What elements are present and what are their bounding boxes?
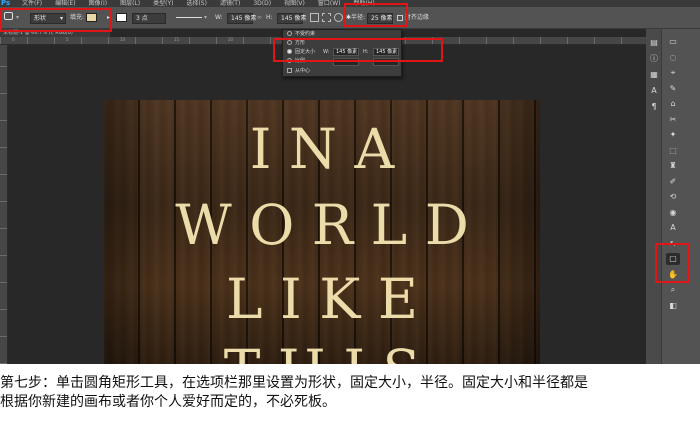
menu-item[interactable]: 帮助(H) (354, 0, 375, 7)
checkbox-icon[interactable] (287, 68, 292, 73)
path-alignment-icon[interactable] (322, 13, 331, 22)
proportional-width-field[interactable] (333, 58, 359, 66)
type-tool-icon[interactable]: A (666, 222, 680, 234)
tutorial-caption: 第七步：单击圆角矩形工具，在选项栏那里设置为形状，固定大小，半径。固定大小和半径… (0, 374, 700, 412)
stroke-color-swatch[interactable] (116, 13, 127, 22)
vertical-ruler (0, 45, 8, 364)
options-bar: ▾ 形状 ▾ 填充: ▸ 3 点 ▾ W: 145 像素 ∞ H: 145 像素 … (0, 7, 700, 29)
menu-item[interactable]: 窗口(W) (318, 0, 341, 7)
tool-preset-chevron-icon[interactable]: ▾ (16, 13, 19, 23)
square-option[interactable]: 方形 (287, 39, 305, 48)
menu-bar: Ps 文件(F) 编辑(E) 图像(I) 图层(L) 类型(Y) 选择(S) 滤镜(T) 3D… (0, 0, 700, 7)
radio-selected-icon[interactable] (287, 49, 292, 54)
align-edges-checkbox[interactable] (397, 14, 403, 21)
fixed-width-field[interactable]: 145 像素 (333, 48, 359, 56)
menu-item[interactable]: 选择(S) (186, 0, 207, 7)
ruler-tick-label: 20 (228, 37, 234, 42)
ruler-tick-label: 5 (66, 37, 69, 42)
radio-icon[interactable] (287, 40, 292, 45)
menu-item[interactable]: 图层(L) (120, 0, 140, 7)
fixed-width-label: W: (323, 49, 330, 55)
height-field[interactable]: 145 像素 (277, 13, 306, 24)
menu-item[interactable]: 视图(V) (284, 0, 305, 7)
ruler-tick-label: 10 (120, 37, 126, 42)
fill-label: 填充: (70, 14, 85, 21)
radio-icon[interactable] (287, 58, 292, 63)
radius-field[interactable]: 25 像素 (367, 13, 393, 24)
move-tool-icon[interactable]: ▭ (666, 36, 680, 48)
swatches-icon[interactable]: ▦ (647, 69, 661, 81)
menu-item[interactable]: 编辑(E) (55, 0, 75, 7)
quick-select-tool-icon[interactable]: ✎ (666, 83, 680, 95)
panel-icon-strip: ▤ ⓘ ▦ A ¶ (646, 29, 662, 364)
document-tab[interactable]: 未标题-1 @ 66.7% (I, RGB/8) (0, 29, 110, 37)
link-icon[interactable]: ∞ (257, 13, 262, 23)
character-icon[interactable]: A (647, 85, 661, 97)
fixed-height-field[interactable]: 145 像素 (373, 48, 399, 56)
menu-item[interactable]: 3D(D) (253, 0, 271, 7)
rounded-rectangle-tool-icon[interactable]: ▢ (666, 253, 680, 265)
align-edges-checkbox-label[interactable]: 对齐边缘 (397, 13, 429, 23)
photoshop-window: Ps 文件(F) 编辑(E) 图像(I) 图层(L) 类型(Y) 选择(S) 滤镜(T) 3D… (0, 0, 700, 364)
stamp-tool-icon[interactable]: ♜ (666, 160, 680, 172)
canvas-text-line: W O R L D (175, 193, 469, 257)
width-field[interactable]: 145 像素 (227, 13, 256, 24)
info-icon[interactable]: ⓘ (647, 53, 661, 65)
canvas-text-line: L I K E (226, 267, 418, 331)
document-canvas[interactable]: I N A W O R L D L I K E T H I S (104, 100, 540, 364)
stroke-type-chevron-icon[interactable]: ▾ (204, 13, 207, 23)
eyedropper-tool-icon[interactable]: ✂ (666, 114, 680, 126)
menu-items: 文件(F) 编辑(E) 图像(I) 图层(L) 类型(Y) 选择(S) 滤镜(T) 3D(D)… (22, 0, 388, 7)
ruler-tick-label: 0 (12, 37, 15, 42)
path-operations-icon[interactable] (310, 13, 319, 22)
eraser-tool-icon[interactable]: ⟲ (666, 191, 680, 203)
stroke-type-line[interactable] (176, 17, 202, 18)
menu-item[interactable]: 图像(I) (89, 0, 107, 7)
stroke-label: ▸ (107, 14, 111, 21)
history-icon[interactable]: ▤ (647, 37, 661, 49)
color-swatches-icon[interactable]: ◧ (666, 300, 680, 312)
hand-tool-icon[interactable]: ✋ (666, 269, 680, 281)
caption-line-1: 第七步：单击圆角矩形工具，在选项栏那里设置为形状，固定大小，半径。固定大小和半径… (0, 375, 588, 391)
path-select-tool-icon[interactable]: ↖ (666, 238, 680, 250)
canvas-text-line: I N A (249, 117, 395, 181)
unconstrained-option[interactable]: 不受约束 (287, 30, 315, 39)
gradient-tool-icon[interactable]: ◉ (666, 207, 680, 219)
radio-icon[interactable] (287, 31, 292, 36)
marquee-tool-icon[interactable]: ◌ (666, 52, 680, 64)
path-arrangement-icon[interactable] (334, 13, 343, 22)
proportional-height-field[interactable] (373, 58, 399, 66)
canvas-text-line: T H I S (104, 343, 540, 365)
healing-tool-icon[interactable]: ✦ (666, 129, 680, 141)
radius-label: 半径: (351, 14, 366, 21)
photoshop-logo: Ps (1, 0, 11, 7)
tool-mode-select[interactable]: 形状 ▾ (30, 13, 66, 24)
proportional-option[interactable]: 比例 (287, 57, 305, 66)
ruler-tick-label: 15 (174, 37, 180, 42)
fixed-height-label: H: (363, 49, 369, 55)
lasso-tool-icon[interactable]: ⌖ (666, 67, 680, 79)
fixed-size-option[interactable]: 固定大小 (287, 48, 315, 57)
brush-tool-icon[interactable]: ⬚ (666, 145, 680, 157)
fill-color-swatch[interactable] (86, 13, 97, 22)
caption-line-2: 根据你新建的画布或者你个人爱好而定的，不必死板。 (0, 394, 336, 410)
menu-item[interactable]: 文件(F) (22, 0, 42, 7)
geometry-options-dropdown: 不受约束 方形 固定大小 W: 145 像素 H: 145 像素 比例 从中心 (282, 29, 402, 77)
menu-item[interactable]: 类型(Y) (153, 0, 173, 7)
width-label: W: (215, 14, 223, 21)
toolbox: ▭ ◌ ⌖ ✎ ⌂ ✂ ✦ ⬚ ♜ ✐ ⟲ ◉ A ↖ ▢ ✋ ⌕ ◧ (664, 36, 682, 336)
from-center-option[interactable]: 从中心 (287, 67, 310, 76)
height-label: H: (266, 14, 273, 21)
paragraph-icon[interactable]: ¶ (647, 101, 661, 113)
menu-item[interactable]: 滤镜(T) (220, 0, 240, 7)
crop-tool-icon[interactable]: ⌂ (666, 98, 680, 110)
zoom-tool-icon[interactable]: ⌕ (666, 284, 680, 296)
stroke-width-field[interactable]: 3 点 (132, 13, 166, 24)
history-brush-tool-icon[interactable]: ✐ (666, 176, 680, 188)
rounded-rectangle-tool-icon[interactable] (4, 12, 13, 20)
